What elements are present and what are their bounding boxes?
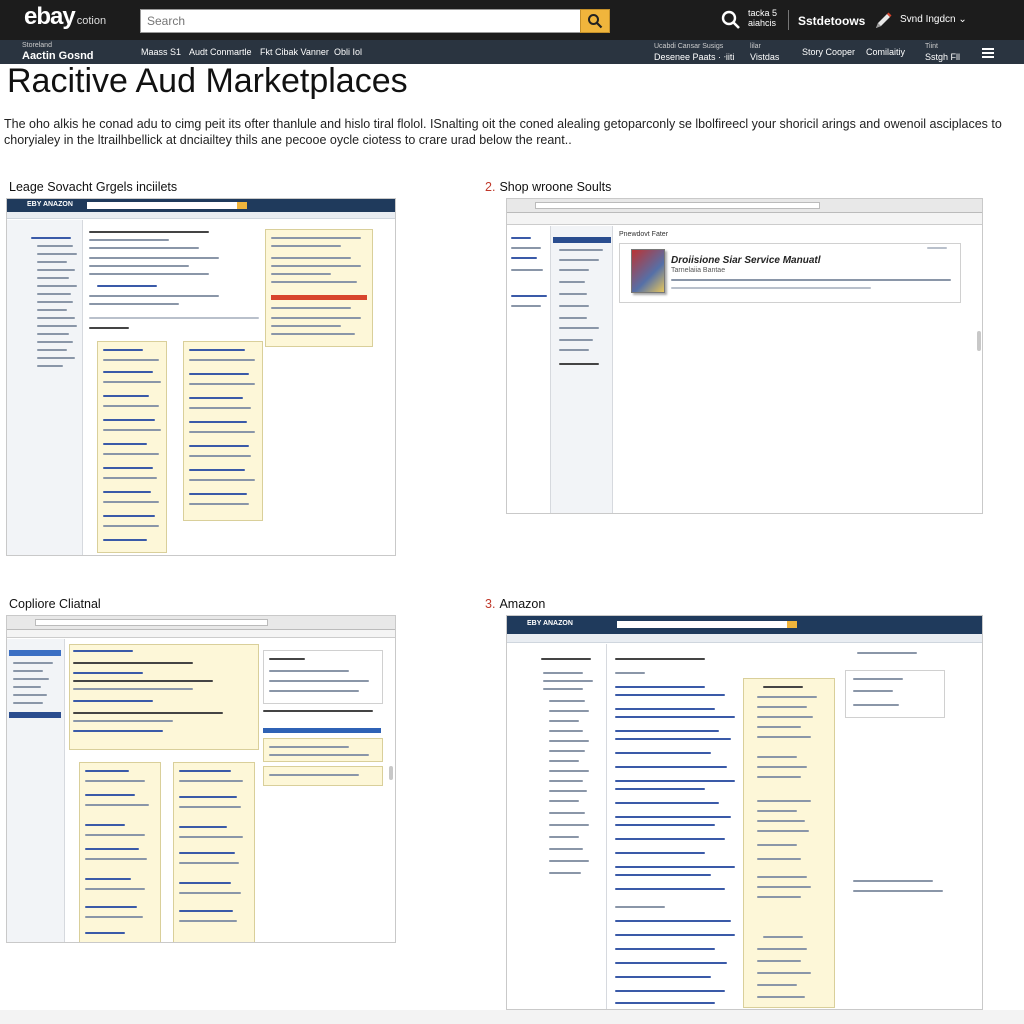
shot-2-browser-bar	[507, 199, 982, 213]
header-small-text-2: aiahcis	[748, 18, 777, 28]
nav-right-2[interactable]: lilar Vistdas	[750, 42, 779, 62]
shot-4-logo: EBY ANAZON	[527, 620, 573, 627]
shot-4-subbar	[507, 634, 982, 643]
shot-4-filters	[507, 644, 607, 1009]
manual-book-image[interactable]	[631, 249, 665, 293]
nav-item-2[interactable]: Audt Conmartle	[189, 47, 252, 57]
shot-3-offer-panel	[263, 738, 383, 762]
shot-1-topbar: EBY ANAZON	[7, 199, 395, 212]
screenshot-1[interactable]: EBY ANAZON	[6, 198, 396, 556]
screenshot-2[interactable]: Pnewdovt Fater Droiisione Siar Service M…	[506, 198, 983, 514]
screenshot-4[interactable]: EBY ANAZON	[506, 615, 983, 1010]
logo-suffix: cotion	[76, 15, 107, 27]
section-label-3: Copliore Cliatnal	[5, 597, 101, 611]
section-title-2: Shop wroone Soults	[499, 180, 612, 194]
shot-4-topbar: EBY ANAZON	[507, 616, 982, 634]
nav-right-5-main: Sstgh Fll	[925, 52, 961, 62]
nav-item-4[interactable]: Obli Iol	[334, 47, 362, 57]
ebay-logo[interactable]: ebay cotion	[24, 3, 106, 31]
header-search-icon[interactable]	[720, 9, 742, 31]
section-label-1: Leage Sovacht Grgels inciilets	[5, 180, 177, 194]
section-title-4: Amazon	[499, 597, 546, 611]
section-title-1: Leage Sovacht Grgels inciilets	[9, 180, 178, 194]
store-small-label: Storeland	[22, 42, 52, 49]
manual-subtitle: Tarnelaiia Bantae	[671, 267, 726, 274]
nav-right-1-main: Desenee Paats · ᐧiiti	[654, 52, 735, 62]
shot-1-logo: EBY ANAZON	[27, 201, 73, 208]
shot-2-scrollbar[interactable]	[977, 331, 981, 351]
shot-3-offer-panel-2	[263, 766, 383, 786]
shot-2-content-header: Pnewdovt Fater	[619, 231, 669, 238]
page-title: Racitive Aud Marketplaces	[7, 62, 408, 100]
header-small-text-1: tacka 5	[748, 8, 778, 18]
shot-3-browser-bar	[7, 616, 395, 630]
shot-3-top-panel	[69, 644, 259, 750]
search-button[interactable]	[580, 9, 610, 33]
shot-2-toolbar	[507, 213, 982, 225]
search-icon	[588, 14, 603, 29]
header-link-main[interactable]: Sstdetoows	[798, 14, 865, 28]
nav-item-1[interactable]: Maass S1	[141, 47, 181, 57]
section-number-4: 3.	[485, 597, 496, 611]
shot-3-toolbar	[7, 630, 395, 638]
top-header: ebaycotion tacka 5 aiahcis Sstdetoows Sv…	[0, 0, 1024, 40]
page-bottom-strip	[0, 1010, 1024, 1024]
nav-right-5[interactable]: Tiint Sstgh Fll	[925, 42, 960, 62]
nav-item-3[interactable]: Fkt Cibak Vanner	[260, 47, 329, 57]
store-main-label: Aactin Gosnd	[22, 50, 94, 62]
nav-right-2-main: Vistdas	[750, 52, 780, 62]
logo-text: ebay	[24, 3, 76, 30]
header-divider	[788, 10, 789, 30]
nav-right-4[interactable]: Comilaitiy	[866, 47, 905, 57]
intro-paragraph: The oho alkis he conad adu to cimg peit …	[4, 117, 1002, 147]
screenshot-3[interactable]	[6, 615, 396, 943]
store-name[interactable]: Storeland Aactin Gosnd	[22, 42, 94, 62]
nav-right-1-small: Ucabdi Cansar Susigs	[654, 43, 724, 50]
pencil-icon[interactable]	[872, 10, 894, 32]
hamburger-menu-icon[interactable]	[982, 48, 994, 58]
section-number-2: 2.	[485, 180, 496, 194]
nav-right-2-small: lilar	[750, 43, 761, 50]
search-input[interactable]	[140, 9, 580, 33]
shot-1-subbar	[7, 212, 395, 219]
section-title-3: Copliore Cliatnal	[9, 597, 101, 611]
section-label-2: 2. Shop wroone Soults	[485, 180, 611, 194]
user-menu[interactable]: Svnd Ingdcn ⌄	[900, 14, 967, 25]
nav-right-5-small: Tiint	[925, 43, 938, 50]
nav-right-1[interactable]: Ucabdi Cansar Susigs Desenee Paats · ᐧii…	[654, 42, 734, 62]
header-small-links[interactable]: tacka 5 aiahcis	[748, 8, 777, 28]
nav-right-3[interactable]: Story Cooper	[802, 47, 855, 57]
shot-3-sidebar	[7, 639, 65, 942]
section-label-4: 3. Amazon	[485, 597, 545, 611]
nav-bar: Storeland Aactin Gosnd Maass S1 Audt Con…	[0, 40, 1024, 64]
manual-title[interactable]: Droiisione Siar Service Manuatl	[671, 255, 821, 266]
shot-3-scrollbar[interactable]	[389, 766, 393, 780]
